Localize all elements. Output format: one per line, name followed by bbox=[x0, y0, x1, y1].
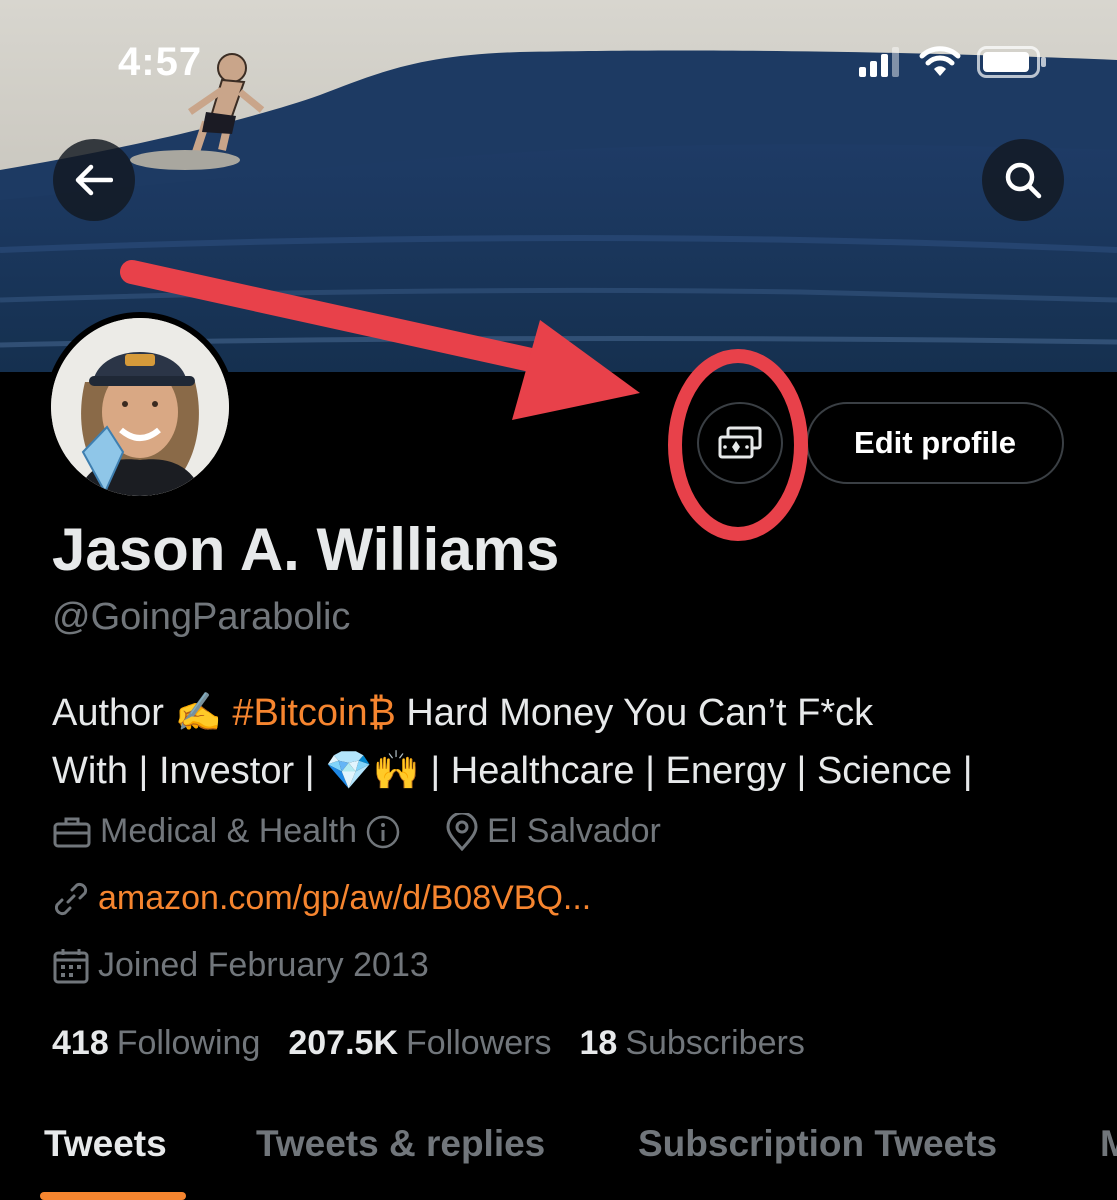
bio-line-1: Author ✍️ #Bitcoin₿ Hard Money You Can’t… bbox=[52, 684, 1102, 742]
status-time: 4:57 bbox=[118, 40, 203, 84]
bio-text: Hard Money You Can’t F*ck bbox=[406, 692, 874, 734]
tab-tweets-and-replies[interactable]: Tweets & replies bbox=[256, 1123, 545, 1165]
search-icon bbox=[1005, 162, 1042, 199]
profile-joined-row: Joined February 2013 bbox=[52, 946, 429, 985]
following-stat[interactable]: 418 Following bbox=[52, 1024, 260, 1063]
profile-location: El Salvador bbox=[487, 812, 661, 850]
display-name: Jason A. Williams bbox=[52, 516, 560, 583]
money-icon bbox=[718, 426, 762, 459]
following-count: 418 bbox=[52, 1024, 109, 1062]
back-button[interactable] bbox=[53, 139, 135, 221]
profile-link-row: amazon.com/gp/aw/d/B08VBQ... bbox=[52, 879, 591, 918]
tab-tweets[interactable]: Tweets bbox=[44, 1123, 167, 1165]
status-icons bbox=[859, 46, 1047, 78]
info-icon[interactable] bbox=[365, 814, 401, 850]
briefcase-icon bbox=[52, 815, 92, 849]
subscribers-stat[interactable]: 18 Subscribers bbox=[579, 1024, 804, 1063]
writing-hand-emoji: ✍️ bbox=[174, 690, 222, 734]
wifi-icon bbox=[919, 46, 961, 76]
active-tab-indicator bbox=[40, 1192, 186, 1200]
location-pin-icon bbox=[445, 812, 479, 851]
gem-emoji: 💎 bbox=[325, 748, 373, 792]
bio-text: Author bbox=[52, 692, 164, 734]
profile-avatar[interactable] bbox=[45, 312, 235, 502]
bitcoin-symbol: ₿ bbox=[367, 692, 396, 734]
edit-profile-button[interactable]: Edit profile bbox=[806, 402, 1064, 484]
profile-stats: 418 Following 207.5K Followers 18 Subscribe… bbox=[52, 1024, 833, 1063]
subscriptions-button[interactable] bbox=[697, 402, 783, 484]
following-label: Following bbox=[116, 1024, 261, 1062]
signal-icon bbox=[859, 47, 899, 77]
battery-icon bbox=[977, 46, 1046, 78]
profile-joined-date: Joined February 2013 bbox=[98, 946, 429, 984]
followers-count: 207.5K bbox=[288, 1024, 398, 1062]
followers-label: Followers bbox=[406, 1024, 552, 1062]
link-icon bbox=[52, 880, 90, 918]
bio-line-2: With | Investor | 💎🙌 | Healthcare | Ener… bbox=[52, 742, 1102, 800]
profile-website-link[interactable]: amazon.com/gp/aw/d/B08VBQ... bbox=[98, 879, 591, 918]
tab-subscription-tweets[interactable]: Subscription Tweets bbox=[638, 1123, 997, 1165]
subscribers-label: Subscribers bbox=[625, 1024, 805, 1062]
arrow-left-icon bbox=[75, 164, 113, 196]
bitcoin-hashtag[interactable]: #Bitcoin bbox=[232, 692, 367, 734]
tab-media-partial[interactable]: M bbox=[1100, 1123, 1117, 1165]
search-button[interactable] bbox=[982, 139, 1064, 221]
profile-bio: Author ✍️ #Bitcoin₿ Hard Money You Can’t… bbox=[52, 684, 1102, 800]
followers-stat[interactable]: 207.5K Followers bbox=[288, 1024, 551, 1063]
calendar-icon bbox=[52, 947, 90, 985]
profile-category: Medical & Health bbox=[100, 812, 358, 850]
profile-category-row: Medical & Health El Salvador bbox=[52, 812, 661, 851]
profile-tabs: Tweets Tweets & replies Subscription Twe… bbox=[0, 1105, 1117, 1200]
bio-text: | Healthcare | Energy | Science | bbox=[430, 750, 973, 792]
subscribers-count: 18 bbox=[579, 1024, 618, 1062]
profile-handle: @GoingParabolic bbox=[52, 596, 351, 638]
avatar-photo bbox=[51, 318, 229, 496]
bio-text: With | Investor | bbox=[52, 750, 315, 792]
raising-hands-emoji: 🙌 bbox=[372, 748, 420, 792]
